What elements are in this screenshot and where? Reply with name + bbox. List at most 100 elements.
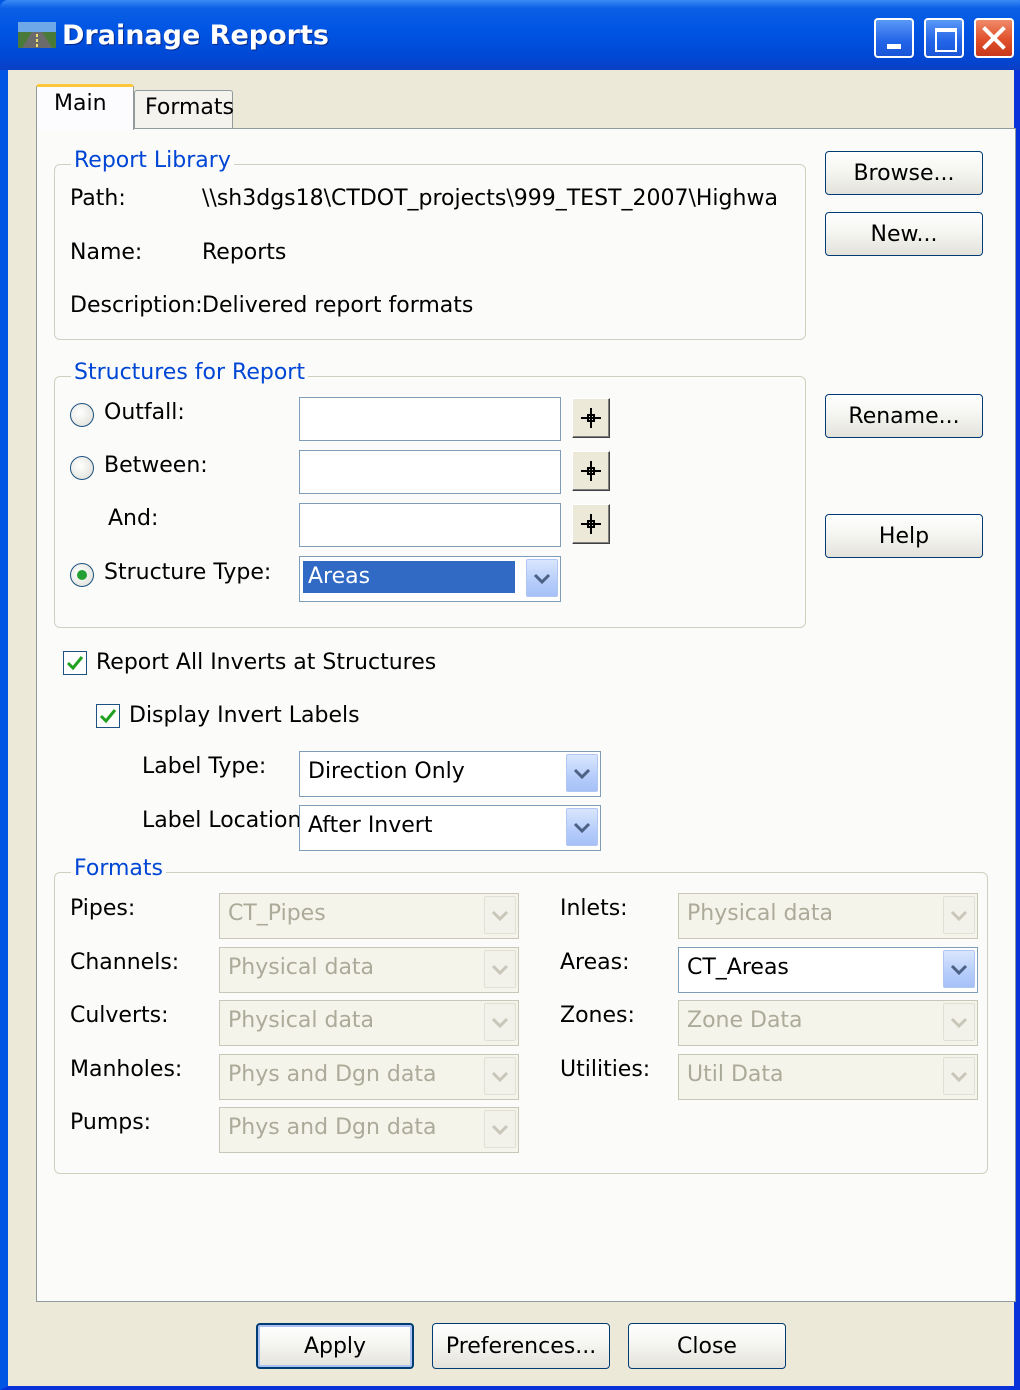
label-type-select[interactable]: Direction Only [299,751,601,797]
and-label: And: [108,506,159,531]
chevron-down-icon [533,573,551,585]
tab-formats[interactable]: Formats [134,90,234,128]
structure-type-label: Structure Type: [104,560,272,585]
label-location-label: Label Location: [142,808,309,833]
areas-label: Areas: [560,950,630,975]
zones-dropdown-button[interactable] [943,1003,975,1041]
display-invert-labels-checkbox[interactable] [96,704,120,728]
inlets-dropdown-button[interactable] [943,896,975,934]
crosshair-icon [581,408,601,428]
pumps-select[interactable]: Phys and Dgn data [219,1107,519,1153]
close-window-button[interactable] [974,18,1014,58]
areas-select[interactable]: CT_Areas [678,947,978,993]
maximize-button[interactable] [924,18,964,58]
areas-dropdown-button[interactable] [943,950,975,988]
outfall-pick-button[interactable] [572,398,610,438]
report-all-inverts-label: Report All Inverts at Structures [96,650,437,675]
structure-type-dropdown-button[interactable] [526,559,558,597]
manholes-dropdown-button[interactable] [484,1057,516,1095]
chevron-down-icon [491,1071,509,1083]
chevron-down-icon [573,822,591,834]
manholes-select[interactable]: Phys and Dgn data [219,1054,519,1100]
label-type-dropdown-button[interactable] [566,754,598,792]
between-pick-button[interactable] [572,451,610,491]
utilities-value: Util Data [687,1062,784,1087]
name-label: Name: [70,240,143,265]
chevron-down-icon [573,768,591,780]
chevron-down-icon [950,1071,968,1083]
pumps-value: Phys and Dgn data [228,1115,437,1140]
chevron-down-icon [950,910,968,922]
path-value: \\sh3dgs18\CTDOT_projects\999_TEST_2007\… [202,186,778,211]
chevron-down-icon [491,910,509,922]
zones-value: Zone Data [687,1008,803,1033]
utilities-select[interactable]: Util Data [678,1054,978,1100]
window-title: Drainage Reports [62,20,329,51]
structures-legend: Structures for Report [71,360,308,385]
manholes-value: Phys and Dgn data [228,1062,437,1087]
description-label: Description: [70,293,203,318]
utilities-label: Utilities: [560,1057,651,1082]
culverts-dropdown-button[interactable] [484,1003,516,1041]
outfall-label: Outfall: [104,400,185,425]
pipes-value: CT_Pipes [228,901,326,926]
chevron-down-icon [491,1124,509,1136]
new-button[interactable]: New... [825,212,983,256]
inlets-select[interactable]: Physical data [678,893,978,939]
label-location-value: After Invert [308,813,433,838]
browse-button[interactable]: Browse... [825,151,983,195]
inlets-label: Inlets: [560,896,628,921]
utilities-dropdown-button[interactable] [943,1057,975,1095]
display-invert-labels-label: Display Invert Labels [129,703,360,728]
channels-dropdown-button[interactable] [484,950,516,988]
title-bar[interactable]: Drainage Reports [0,0,1020,70]
close-icon [982,26,1006,50]
path-label: Path: [70,186,126,211]
between-field[interactable] [299,450,561,494]
chevron-down-icon [950,1017,968,1029]
pipes-dropdown-button[interactable] [484,896,516,934]
description-value: Delivered report formats [202,293,474,318]
crosshair-icon [581,461,601,481]
report-all-inverts-checkbox[interactable] [63,651,87,675]
structure-type-value: Areas [303,561,515,593]
channels-value: Physical data [228,955,375,980]
structure-type-select[interactable]: Areas [299,556,561,602]
and-field[interactable] [299,503,561,547]
label-location-dropdown-button[interactable] [566,808,598,846]
and-pick-button[interactable] [572,504,610,544]
channels-select[interactable]: Physical data [219,947,519,993]
manholes-label: Manholes: [70,1057,183,1082]
culverts-label: Culverts: [70,1003,169,1028]
app-road-icon [18,22,56,48]
outfall-radio[interactable] [70,403,94,427]
pumps-dropdown-button[interactable] [484,1110,516,1148]
name-value: Reports [202,240,287,265]
label-type-value: Direction Only [308,759,465,784]
pipes-select[interactable]: CT_Pipes [219,893,519,939]
areas-value: CT_Areas [687,955,789,980]
rename-button[interactable]: Rename... [825,394,983,438]
checkmark-icon [99,709,117,724]
drainage-reports-window: Drainage Reports Formats Main Report Lib… [0,0,1020,1390]
culverts-select[interactable]: Physical data [219,1000,519,1046]
between-radio[interactable] [70,456,94,480]
pumps-label: Pumps: [70,1110,152,1135]
label-type-label: Label Type: [142,754,267,779]
minimize-button[interactable] [874,18,914,58]
help-button[interactable]: Help [825,514,983,558]
crosshair-icon [581,514,601,534]
structure-type-radio[interactable] [70,563,94,587]
between-label: Between: [104,453,208,478]
zones-label: Zones: [560,1003,635,1028]
preferences-button[interactable]: Preferences... [432,1323,610,1369]
close-button[interactable]: Close [628,1323,786,1369]
zones-select[interactable]: Zone Data [678,1000,978,1046]
tab-main[interactable]: Main [36,84,134,130]
inlets-value: Physical data [687,901,834,926]
apply-button[interactable]: Apply [256,1323,414,1369]
label-location-select[interactable]: After Invert [299,805,601,851]
formats-legend: Formats [71,856,166,881]
chevron-down-icon [950,964,968,976]
outfall-field[interactable] [299,397,561,441]
